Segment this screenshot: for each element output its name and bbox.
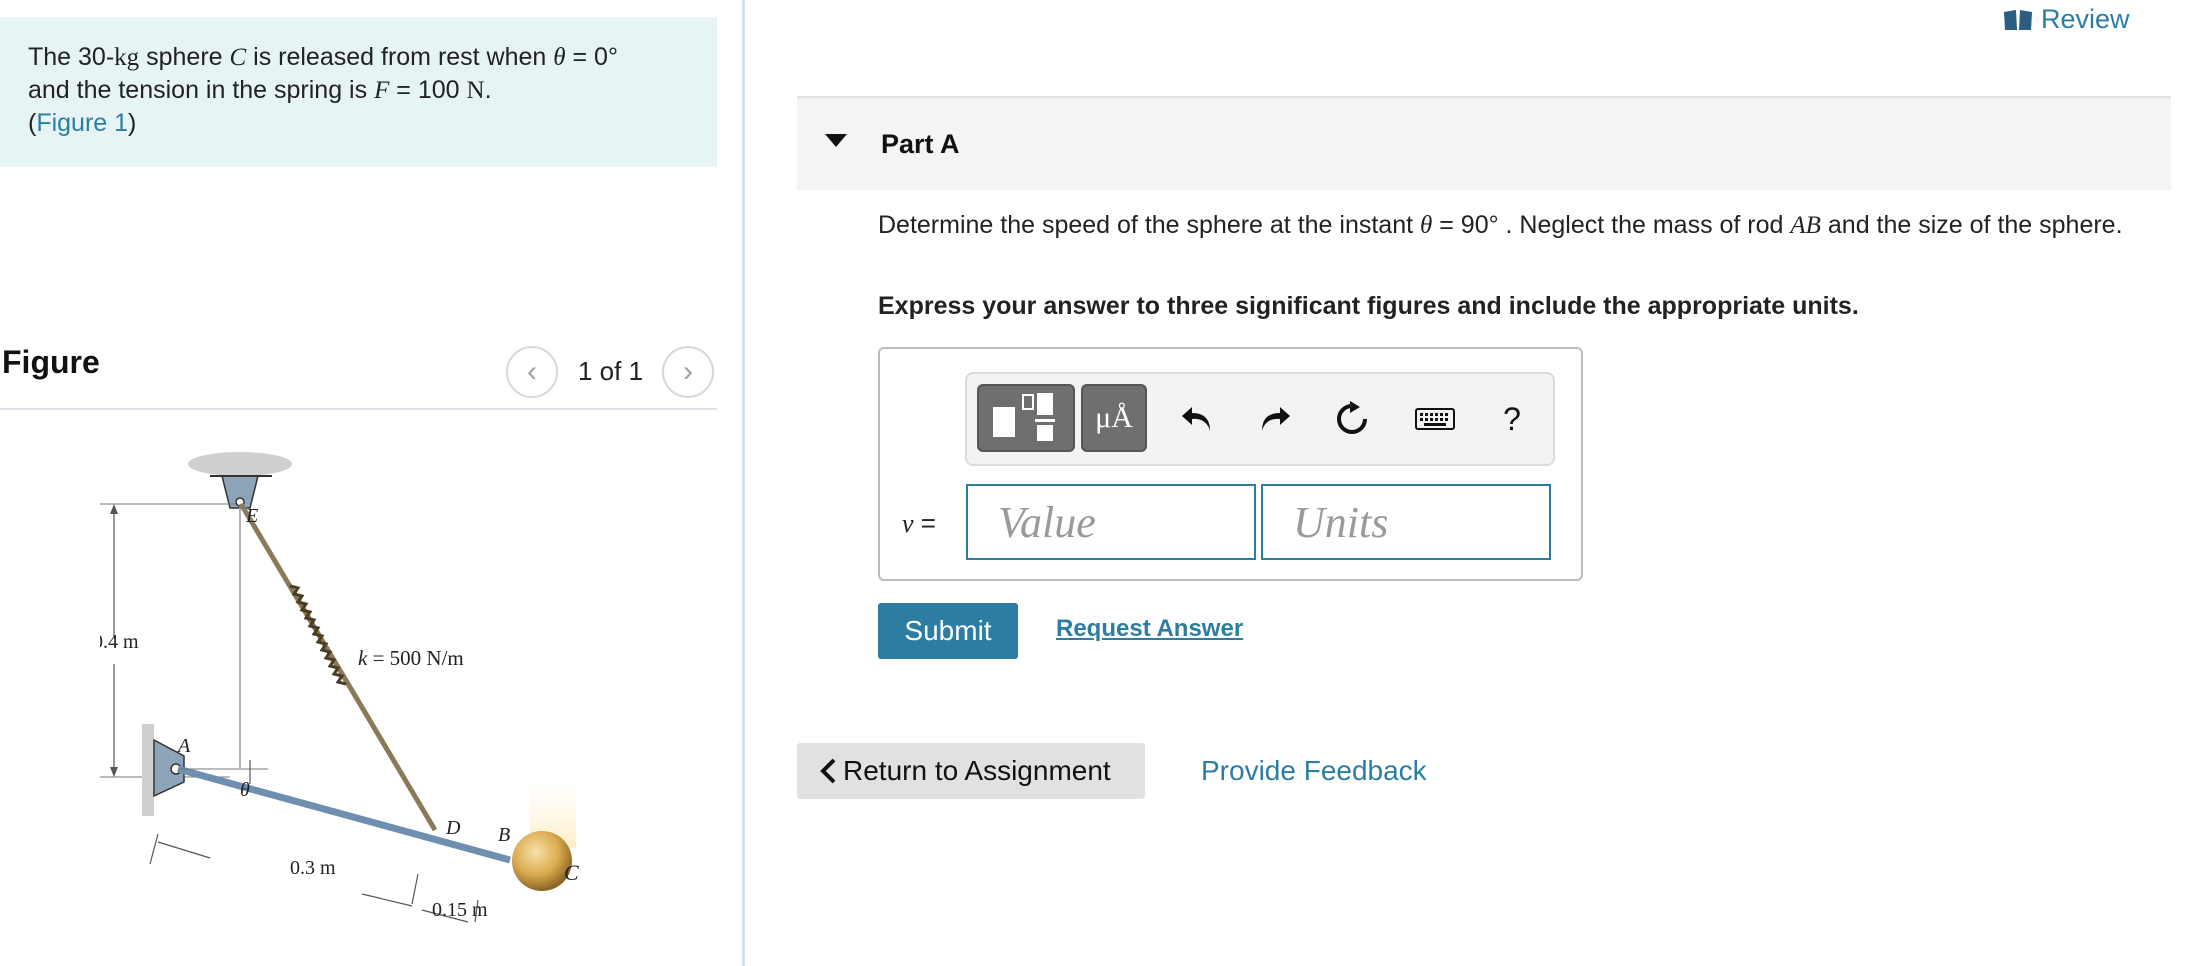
figure-page-indicator: 1 of 1	[578, 356, 644, 386]
reset-icon	[1337, 401, 1367, 434]
unit-n: N	[466, 77, 485, 104]
keyboard-icon	[1415, 408, 1455, 430]
dim-0-15: 0.15 m	[432, 899, 488, 921]
k-value: = 500 N/m	[367, 646, 463, 670]
dim-0-3: 0.3 m	[290, 857, 336, 879]
figure-diagram: E A θ D B C 0.4 m 0.3 m 0.15 m k = 500 N…	[100, 452, 579, 923]
problem-text: = 100	[389, 76, 467, 104]
math-toolbar: μÅ ?	[965, 372, 1555, 466]
return-label: Return to Assignment	[843, 755, 1111, 786]
answer-instruction: Express your answer to three significant…	[878, 292, 1859, 320]
spring-coil	[289, 584, 347, 686]
label-D: D	[445, 817, 461, 839]
chevron-right-icon: ›	[683, 355, 693, 388]
review-link[interactable]: Review	[2003, 4, 2130, 35]
sphere-label: C	[229, 44, 247, 71]
label-E: E	[245, 505, 258, 527]
paren: )	[128, 109, 137, 137]
help-label: ?	[1503, 400, 1521, 437]
label-A: A	[176, 735, 191, 757]
figure-link[interactable]: Figure 1	[36, 109, 128, 137]
problem-text: The 30-	[28, 43, 115, 71]
variable-symbol: v	[902, 509, 914, 538]
equals-sign: =	[913, 508, 936, 538]
templates-button[interactable]	[977, 384, 1075, 452]
problem-text: .	[484, 76, 492, 104]
figure-title: Figure	[2, 344, 100, 380]
part-header[interactable]: Part A	[797, 96, 2171, 190]
chevron-left-icon: ‹	[527, 355, 537, 388]
symbols-label: μÅ	[1095, 401, 1133, 434]
undo-button[interactable]	[1172, 392, 1222, 446]
return-to-assignment-button[interactable]: Return to Assignment	[797, 743, 1145, 799]
provide-feedback-link[interactable]: Provide Feedback	[1201, 755, 1427, 787]
problem-text: = 0°	[565, 43, 618, 71]
theta-symbol: θ	[1420, 212, 1433, 239]
question-fragment: = 90° . Neglect the mass of rod	[1432, 211, 1791, 239]
request-answer-link[interactable]: Request Answer	[1056, 615, 1243, 643]
previous-figure-button[interactable]: ‹	[506, 346, 558, 398]
review-label: Review	[2041, 4, 2130, 34]
value-input[interactable]	[966, 484, 1256, 560]
unit-kg: kg	[114, 44, 140, 71]
redo-button[interactable]	[1250, 392, 1300, 446]
dim-0-4: 0.4 m	[100, 631, 139, 653]
force-symbol: F	[374, 77, 390, 104]
submit-button[interactable]: Submit	[878, 603, 1018, 659]
book-icon	[2004, 9, 2032, 30]
theta-symbol: θ	[553, 44, 566, 71]
undo-icon	[1182, 407, 1210, 431]
question-fragment: and the size of the sphere.	[1820, 211, 2123, 239]
panel-divider	[742, 0, 745, 966]
answer-box: μÅ ? v =	[878, 347, 1583, 581]
next-figure-button[interactable]: ›	[662, 346, 714, 398]
spring-constant-label: k = 500 N/m	[358, 646, 464, 670]
problem-text: and the tension in the spring is	[28, 76, 375, 104]
redo-icon	[1262, 407, 1290, 431]
problem-text: is released from rest when	[246, 43, 554, 71]
label-theta: θ	[240, 779, 250, 801]
variable-label: v =	[902, 508, 936, 539]
ceiling-texture	[188, 452, 292, 476]
keyboard-button[interactable]	[1410, 392, 1460, 446]
problem-statement: The 30-kg sphere C is released from rest…	[0, 17, 717, 167]
chevron-left-icon	[820, 758, 836, 784]
problem-text: sphere	[139, 43, 230, 71]
rod-label: AB	[1790, 212, 1821, 239]
part-title: Part A	[881, 129, 960, 159]
figure-header: Figure ‹ 1 of 1 ›	[0, 340, 717, 410]
label-C: C	[564, 860, 579, 885]
symbols-button[interactable]: μÅ	[1081, 384, 1147, 452]
collapse-caret-icon[interactable]	[825, 134, 847, 147]
help-button[interactable]: ?	[1487, 392, 1537, 446]
reset-button[interactable]	[1327, 392, 1377, 446]
label-B: B	[498, 824, 510, 846]
units-input[interactable]	[1261, 484, 1551, 560]
sphere	[512, 831, 572, 891]
question-fragment: Determine the speed of the sphere at the…	[878, 211, 1421, 239]
templates-icon	[993, 393, 1055, 441]
question-text: Determine the speed of the sphere at the…	[878, 208, 2128, 243]
